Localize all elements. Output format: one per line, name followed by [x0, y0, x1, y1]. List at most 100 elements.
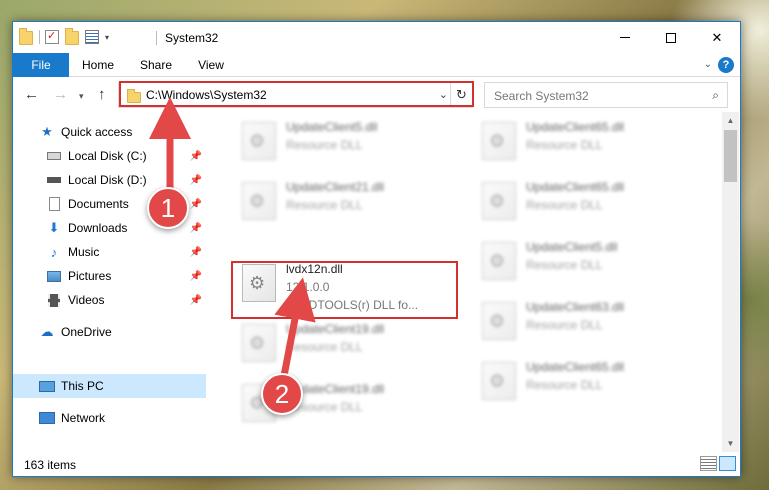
close-button[interactable]: ✕	[694, 22, 740, 53]
document-icon	[46, 196, 62, 212]
file-name: UpdateClient5.dll	[526, 240, 618, 254]
file-item-selected[interactable]: lvdx12n.dll 12.1.0.0 LEADTOOLS(r) DLL fo…	[230, 252, 460, 312]
sidebar-item-this-pc[interactable]: This PC	[13, 374, 206, 398]
file-type: Resource DLL	[526, 138, 603, 152]
cloud-icon: ☁	[40, 324, 54, 339]
callout-badge-1: 1	[147, 187, 189, 229]
file-name: UpdateClient5.dll	[286, 120, 378, 134]
details-view-icon[interactable]	[700, 456, 717, 471]
tab-file[interactable]: File	[13, 53, 69, 77]
sidebar-item-music[interactable]: ♪ Music 📌	[13, 240, 206, 264]
file-item[interactable]: UpdateClient5.dll Resource DLL	[470, 230, 700, 290]
refresh-icon[interactable]: ↻	[450, 83, 472, 107]
view-icon[interactable]	[85, 30, 99, 44]
scroll-thumb[interactable]	[724, 130, 737, 182]
network-icon	[39, 410, 55, 426]
dll-file-icon	[242, 122, 276, 160]
sidebar-item-label: Documents	[68, 197, 129, 211]
pin-icon[interactable]: 📌	[190, 271, 202, 282]
file-name: UpdateClient19.dll	[286, 322, 385, 336]
pin-icon[interactable]: 📌	[190, 199, 202, 210]
pin-icon[interactable]: 📌	[190, 151, 202, 162]
view-toggle	[698, 456, 736, 471]
sidebar-item-label: Network	[61, 411, 106, 425]
sidebar-item-network[interactable]: Network	[13, 406, 206, 430]
pin-icon[interactable]: 📌	[190, 223, 202, 234]
pin-icon[interactable]: 📌	[190, 175, 202, 186]
file-type: Resource DLL	[526, 198, 603, 212]
sidebar-item-pictures[interactable]: Pictures 📌	[13, 264, 206, 288]
file-item[interactable]: UpdateClient65.dll Resource DLL	[470, 170, 700, 230]
help-icon[interactable]: ?	[718, 57, 734, 73]
recent-locations-dropdown-icon[interactable]: ▾	[79, 91, 84, 102]
customize-toolbar-dropdown-icon[interactable]: ▾	[105, 33, 109, 42]
dll-file-icon	[482, 302, 516, 340]
sidebar-item-onedrive[interactable]: ☁ OneDrive	[13, 320, 206, 344]
file-type: Resource DLL	[526, 258, 603, 272]
file-item[interactable]: UpdateClient65.dll Resource DLL	[470, 112, 700, 170]
file-version: 12.1.0.0	[286, 280, 330, 294]
tab-view[interactable]: View	[185, 53, 237, 77]
file-item[interactable]: UpdateClient63.dll Resource DLL	[470, 290, 700, 350]
sidebar-item-label: Videos	[68, 293, 105, 307]
navigation-pane: ★ Quick access Local Disk (C:) 📌 Local D…	[13, 112, 206, 452]
scroll-down-icon[interactable]: ▼	[722, 435, 739, 452]
pin-icon[interactable]: 📌	[190, 295, 202, 306]
file-name: UpdateClient63.dll	[526, 300, 625, 314]
sidebar-item-label: OneDrive	[61, 325, 112, 339]
large-icons-view-icon[interactable]	[719, 456, 736, 471]
ribbon-tabs: File Home Share View ⌄ ?	[13, 53, 740, 77]
navigation-bar: ← → ▾ ↑ C:\Windows\System32 ⌄ ↻ Search S…	[13, 78, 740, 112]
pin-icon[interactable]: 📌	[190, 247, 202, 258]
sidebar-item-label: Local Disk (D:)	[68, 173, 147, 187]
address-path[interactable]: C:\Windows\System32	[146, 88, 267, 102]
address-bar[interactable]: C:\Windows\System32 ⌄ ↻	[118, 82, 473, 108]
videos-icon	[46, 292, 62, 308]
file-type: Resource DLL	[526, 378, 603, 392]
properties-icon[interactable]	[45, 29, 59, 44]
file-item[interactable]: UpdateClient19.dll Resource DLL	[230, 312, 460, 372]
maximize-button[interactable]	[648, 22, 694, 53]
dll-file-icon	[242, 264, 276, 302]
tab-home[interactable]: Home	[69, 53, 127, 77]
disk-icon	[46, 148, 62, 164]
status-bar: 163 items	[13, 452, 740, 476]
file-type: Resource DLL	[286, 340, 363, 354]
sidebar-item-label: Quick access	[61, 125, 133, 139]
title-separator	[156, 31, 157, 45]
sidebar-item-local-disk-c[interactable]: Local Disk (C:) 📌	[13, 144, 206, 168]
file-item[interactable]: UpdateClient5.dll Resource DLL	[230, 112, 460, 170]
file-item[interactable]: UpdateClient21.dll Resource DLL	[230, 170, 460, 230]
star-icon: ★	[41, 124, 53, 139]
callout-badge-2: 2	[261, 373, 303, 415]
dll-file-icon	[482, 242, 516, 280]
address-dropdown-icon[interactable]: ⌄	[439, 88, 448, 101]
sidebar-item-quick-access[interactable]: ★ Quick access	[13, 120, 206, 144]
folder-icon[interactable]	[19, 28, 33, 45]
up-arrow-icon[interactable]: ↑	[98, 86, 106, 103]
file-item[interactable]: UpdateClient65.dll Resource DLL	[470, 350, 700, 410]
back-arrow-icon[interactable]: ←	[24, 86, 39, 103]
minimize-button[interactable]	[602, 22, 648, 53]
window-title: System32	[165, 31, 219, 45]
file-name: UpdateClient21.dll	[286, 180, 385, 194]
minimize-icon	[620, 37, 630, 38]
file-name: lvdx12n.dll	[286, 262, 343, 276]
forward-arrow-icon[interactable]: →	[53, 86, 68, 103]
pictures-icon	[46, 268, 62, 284]
search-input[interactable]: Search System32 ⌕	[484, 82, 728, 108]
dll-file-icon	[482, 362, 516, 400]
vertical-scrollbar[interactable]: ▲ ▼	[722, 112, 739, 452]
music-icon: ♪	[50, 244, 58, 260]
search-icon[interactable]: ⌕	[712, 88, 719, 103]
sidebar-item-label: Local Disk (C:)	[68, 149, 147, 163]
sidebar-item-videos[interactable]: Videos 📌	[13, 288, 206, 312]
new-folder-icon[interactable]	[65, 28, 79, 45]
dll-file-icon	[482, 122, 516, 160]
expand-ribbon-icon[interactable]: ⌄	[704, 59, 712, 70]
scroll-up-icon[interactable]: ▲	[722, 112, 739, 129]
file-type: Resource DLL	[286, 198, 363, 212]
disk-icon	[46, 172, 62, 188]
tab-share[interactable]: Share	[127, 53, 185, 77]
file-name: UpdateClient65.dll	[526, 360, 625, 374]
